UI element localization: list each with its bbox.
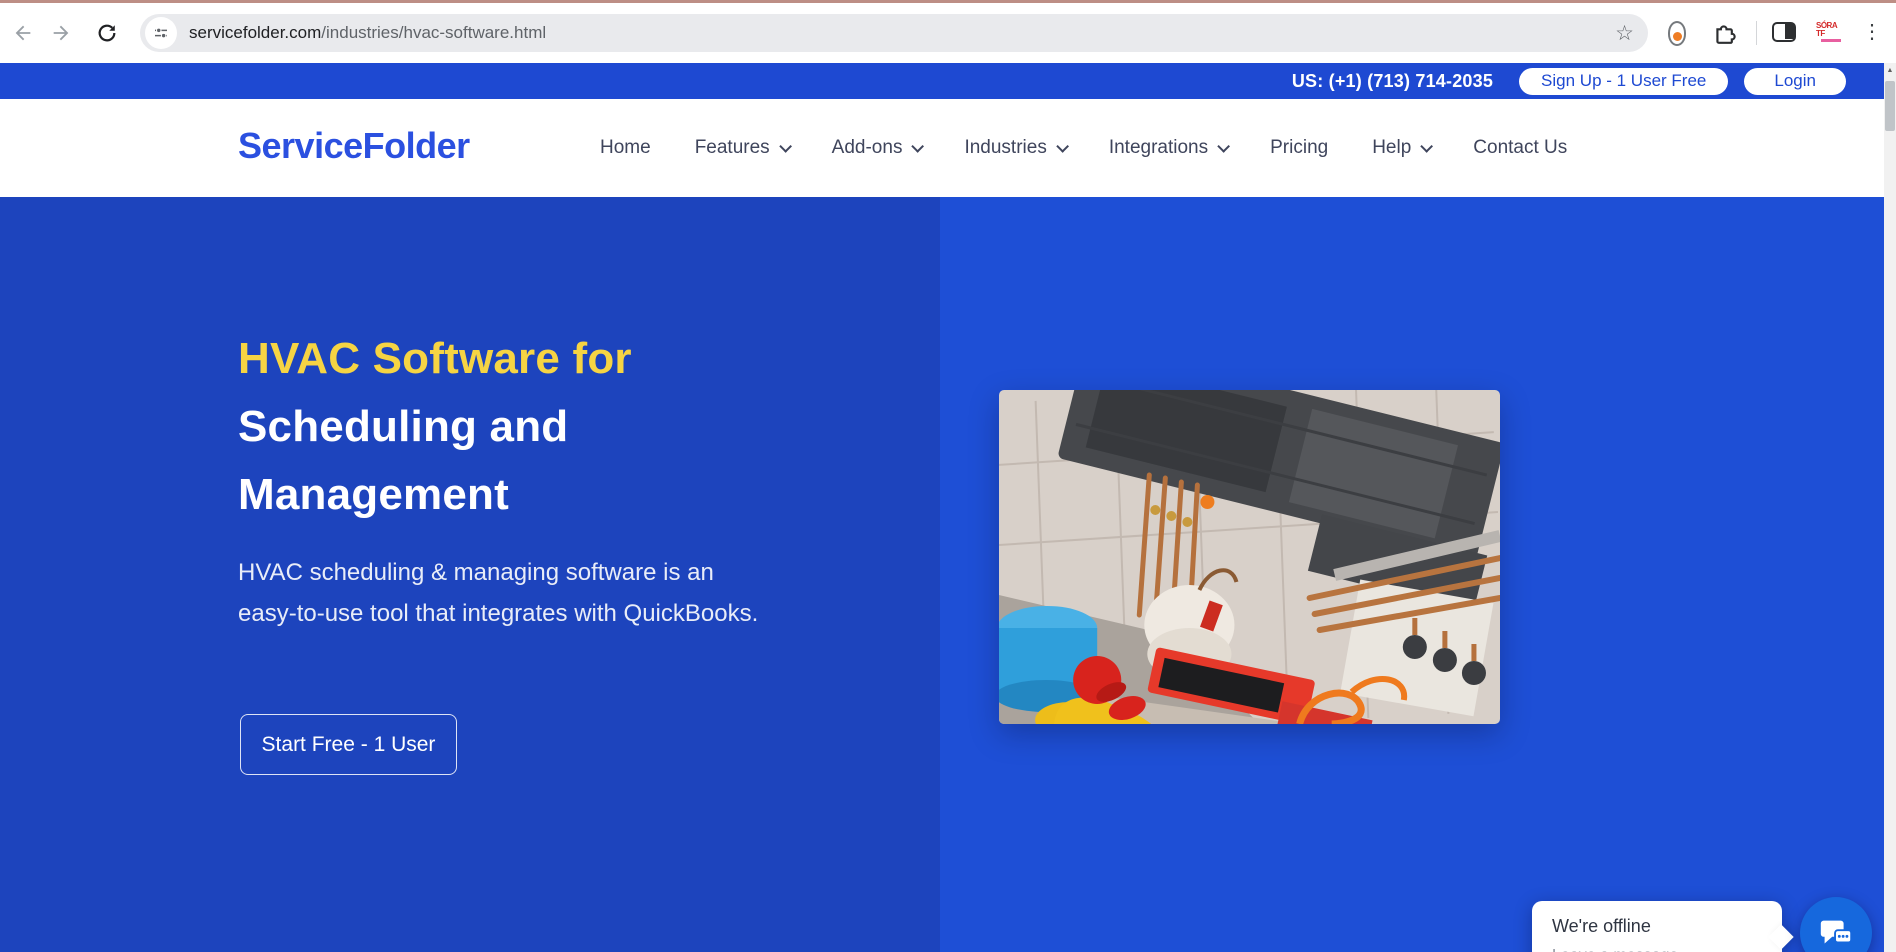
site-logo[interactable]: ServiceFolder [238,125,470,167]
hero-heading-line1: HVAC Software for [238,325,632,393]
address-bar[interactable]: servicefolder.com/industries/hvac-softwa… [140,14,1648,52]
nav-item-integrations[interactable]: Integrations [1109,137,1226,159]
screen: servicefolder.com/industries/hvac-softwa… [0,0,1896,952]
browser-scrollbar[interactable]: ▲ [1884,63,1896,952]
nav-label: Industries [964,137,1046,159]
nav-item-contact[interactable]: Contact Us [1473,137,1567,159]
chat-fab-button[interactable] [1800,897,1872,952]
hero-heading-line2: Scheduling and [238,393,632,461]
toolbar-divider [1756,21,1757,45]
scrollbar-up-arrow[interactable]: ▲ [1884,63,1896,77]
nav-item-pricing[interactable]: Pricing [1270,137,1328,159]
chevron-down-icon [1421,140,1434,153]
nav-label: Contact Us [1473,137,1567,159]
nav-label: Help [1372,137,1411,159]
url-text[interactable]: servicefolder.com/industries/hvac-softwa… [189,23,546,43]
hero-heading: HVAC Software for Scheduling and Managem… [238,325,632,529]
nav-label: Integrations [1109,137,1208,159]
chat-action-text: Leave a message [1552,947,1762,952]
nav-item-home[interactable]: Home [600,137,651,159]
bookmark-star-icon[interactable]: ☆ [1615,23,1634,44]
nav-item-industries[interactable]: Industries [964,137,1064,159]
hero-paragraph: HVAC scheduling & managing software is a… [238,552,758,634]
nav-item-addons[interactable]: Add-ons [832,137,921,159]
hero-heading-line3: Management [238,461,632,529]
url-path: /industries/hvac-software.html [321,23,546,42]
avatar-underline [1821,39,1841,42]
chevron-down-icon [1217,140,1230,153]
extensions-puzzle-icon[interactable] [1712,19,1738,50]
nav-label: Home [600,137,651,159]
reload-icon[interactable] [94,20,120,46]
nav-label: Add-ons [832,137,903,159]
hero-section: HVAC Software for Scheduling and Managem… [0,197,1896,952]
browser-toolbar: servicefolder.com/industries/hvac-softwa… [0,3,1896,63]
extension-icon[interactable] [1668,21,1686,46]
main-menu: Home Features Add-ons Industries Integra… [600,99,1567,197]
hero-photo [999,390,1500,724]
browser-menu-icon[interactable]: ⋮ [1862,19,1882,45]
nav-label: Pricing [1270,137,1328,159]
scrollbar-thumb[interactable] [1885,81,1895,131]
extension-dot [1673,32,1682,41]
profile-avatar[interactable]: SÓRA TF [1816,18,1846,46]
chevron-down-icon [779,140,792,153]
forward-icon[interactable] [48,20,74,46]
chat-status-text: We're offline [1552,916,1762,937]
back-icon[interactable] [10,20,36,46]
avatar-label: SÓRA TF [1816,22,1846,38]
url-domain: servicefolder.com [189,23,321,42]
nav-item-features[interactable]: Features [695,137,788,159]
hero-paragraph-line1: HVAC scheduling & managing software is a… [238,552,758,593]
chat-bubbles-icon [1817,914,1855,952]
chevron-down-icon [1056,140,1069,153]
side-panel-fill [1785,24,1794,39]
hero-paragraph-line2: easy-to-use tool that integrates with Qu… [238,593,758,634]
start-free-button[interactable]: Start Free - 1 User [240,714,457,775]
phone-number: US: (+1) (713) 714-2035 [1292,71,1493,92]
chat-offline-card[interactable]: We're offline Leave a message [1532,901,1782,952]
signup-button[interactable]: Sign Up - 1 User Free [1519,68,1728,95]
login-button[interactable]: Login [1744,68,1846,95]
site-nav: ServiceFolder Home Features Add-ons Indu… [0,99,1896,197]
site-topbar: US: (+1) (713) 714-2035 Sign Up - 1 User… [0,63,1896,99]
side-panel-icon[interactable] [1772,22,1796,42]
chevron-down-icon [912,140,925,153]
site-info-icon[interactable] [145,17,177,49]
nav-item-help[interactable]: Help [1372,137,1429,159]
nav-label: Features [695,137,770,159]
